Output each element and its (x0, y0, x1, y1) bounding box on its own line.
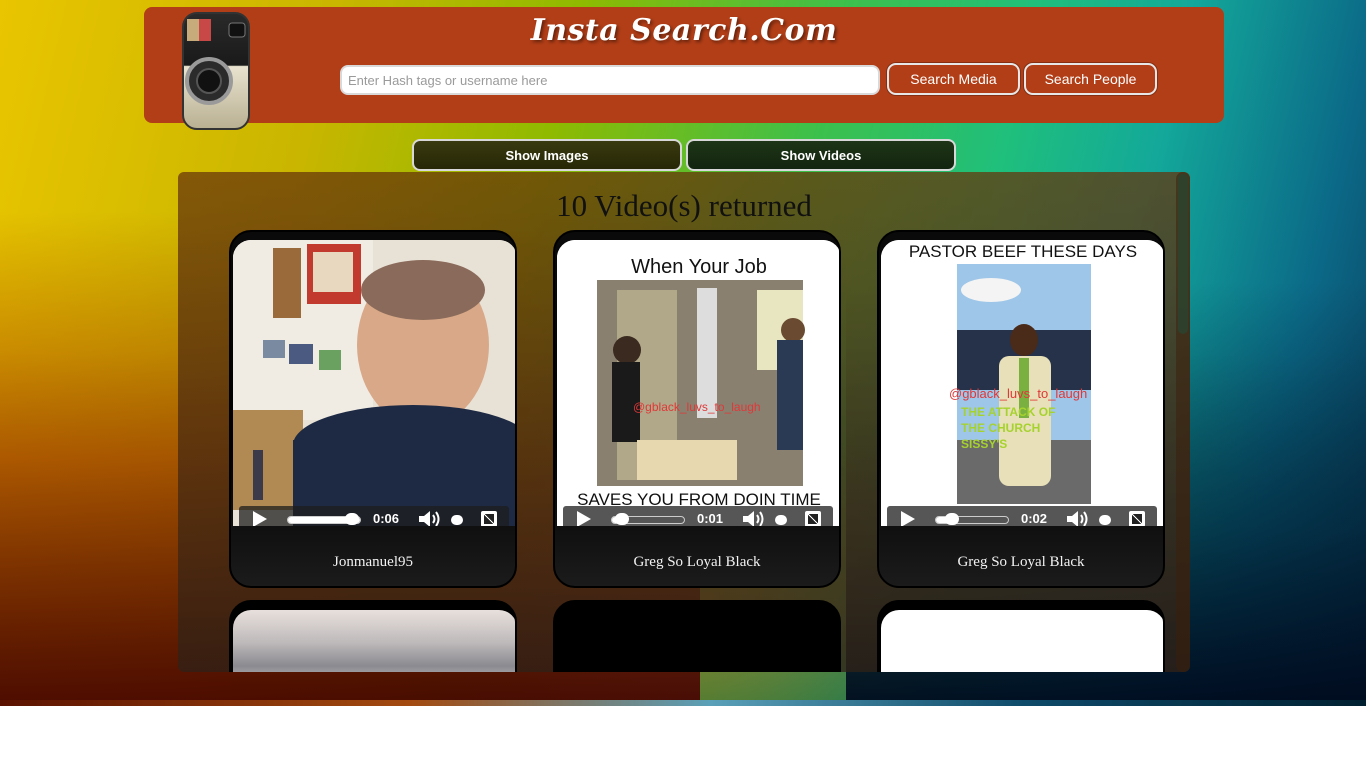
video-controls[interactable]: 0:02 (887, 506, 1157, 526)
video-card[interactable]: 0:06 Jonmanuel95 (229, 230, 517, 588)
video-frame-image (233, 240, 515, 526)
search-people-button[interactable]: Search People (1024, 63, 1157, 95)
seek-handle[interactable] (345, 513, 359, 525)
seek-handle[interactable] (615, 513, 629, 525)
bottom-strip (0, 700, 1366, 706)
video-caption-top: When Your Job (631, 256, 767, 278)
volume-icon[interactable] (417, 510, 441, 526)
site-title: Insta Search.Com (530, 13, 838, 48)
video-frame-image (881, 240, 1163, 526)
results-scrollbar[interactable] (1176, 172, 1190, 672)
video-caption-bottom: THE ATTACK OF THE CHURCH SISSY'S (961, 405, 1056, 451)
volume-slider[interactable] (451, 515, 463, 525)
video-frame-image (557, 240, 839, 526)
volume-icon[interactable] (741, 510, 765, 526)
search-input[interactable] (340, 65, 880, 95)
seek-handle[interactable] (945, 513, 959, 525)
video-thumbnail[interactable] (233, 610, 515, 672)
video-controls[interactable]: 0:06 (239, 506, 509, 526)
video-card[interactable] (877, 600, 1165, 672)
site-header: Insta Search.Com Search Media Search Peo… (144, 7, 1224, 130)
video-thumbnail[interactable]: 0:06 (233, 240, 515, 526)
results-panel[interactable]: 10 Video(s) returned 0:06 Jonmanuel95 Wh… (178, 172, 1190, 672)
video-card[interactable] (553, 600, 841, 672)
play-icon[interactable] (901, 511, 915, 526)
results-count: 10 Video(s) returned (556, 188, 812, 223)
video-watermark: @gblack_luvs_to_laugh (949, 386, 1088, 401)
scrollbar-thumb[interactable] (1178, 174, 1188, 334)
show-images-button[interactable]: Show Images (412, 139, 682, 171)
volume-slider[interactable] (775, 515, 787, 525)
video-time: 0:02 (1021, 511, 1048, 526)
play-icon[interactable] (577, 511, 591, 526)
video-thumbnail[interactable]: When Your Job @gblack_luvs_to_laugh SAVE… (557, 240, 839, 526)
video-card[interactable]: When Your Job @gblack_luvs_to_laugh SAVE… (553, 230, 841, 588)
fullscreen-icon[interactable] (1129, 511, 1145, 526)
card-username[interactable]: Jonmanuel95 (231, 554, 515, 571)
fullscreen-icon[interactable] (805, 511, 821, 526)
video-time: 0:06 (373, 511, 400, 526)
card-username[interactable]: Greg So Loyal Black (555, 554, 839, 571)
volume-slider[interactable] (1099, 515, 1111, 525)
volume-icon[interactable] (1065, 510, 1089, 526)
play-icon[interactable] (253, 511, 267, 526)
video-watermark: @gblack_luvs_to_laugh (633, 400, 761, 414)
video-card[interactable] (229, 600, 517, 672)
video-time: 0:01 (697, 511, 724, 526)
fullscreen-icon[interactable] (481, 511, 497, 526)
video-thumbnail[interactable] (557, 610, 839, 672)
video-thumbnail[interactable]: PASTOR BEEF THESE DAYS @gblack_luvs_to_l… (881, 240, 1163, 526)
video-controls[interactable]: 0:01 (563, 506, 833, 526)
video-caption-top: PASTOR BEEF THESE DAYS (908, 242, 1138, 261)
search-media-button[interactable]: Search Media (887, 63, 1020, 95)
video-thumbnail[interactable] (881, 610, 1163, 672)
card-username[interactable]: Greg So Loyal Black (879, 554, 1163, 571)
video-card[interactable]: PASTOR BEEF THESE DAYS @gblack_luvs_to_l… (877, 230, 1165, 588)
show-videos-button[interactable]: Show Videos (686, 139, 956, 171)
